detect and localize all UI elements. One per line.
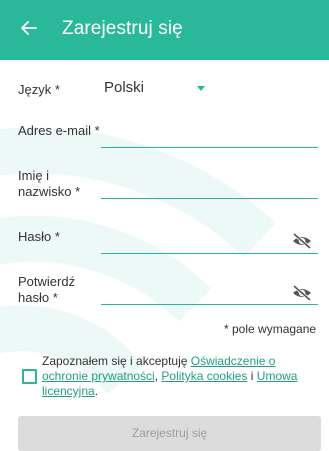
password-underline (101, 253, 318, 254)
password-field[interactable] (101, 230, 286, 252)
confirm-password-label-line2: hasło * (18, 290, 58, 305)
name-field[interactable] (101, 176, 318, 198)
consent-checkbox[interactable] (22, 369, 37, 384)
language-label: Język * (18, 82, 60, 97)
cookies-policy-link[interactable]: Polityka cookies (161, 369, 247, 383)
name-underline (101, 198, 318, 199)
password-label: Hasło * (18, 229, 60, 244)
email-field[interactable] (101, 124, 318, 146)
language-value: Polski (104, 79, 145, 96)
arrow-left-icon[interactable] (18, 17, 40, 39)
app-header: Zarejestruj się (0, 0, 329, 60)
confirm-password-underline (101, 304, 318, 305)
email-label: Adres e-mail * (18, 123, 100, 138)
consent-text-part: Zapoznałem się i akceptuję (42, 354, 191, 368)
email-underline (101, 147, 318, 148)
consent-and: i (247, 369, 257, 383)
name-label-line2: nazwisko * (18, 184, 81, 199)
eye-off-icon[interactable] (291, 232, 313, 250)
confirm-password-label-line1: Potwierdź (18, 274, 76, 289)
page-title: Zarejestruj się (62, 18, 183, 39)
name-label-line1: Imię i (18, 168, 50, 183)
caret-down-icon[interactable] (197, 86, 205, 91)
required-note: * pole wymagane (224, 322, 317, 336)
register-button[interactable]: Zarejestruj się (18, 416, 321, 451)
confirm-password-field[interactable] (101, 282, 286, 304)
consent-text: Zapoznałem się i akceptuję Oświadczenie … (42, 354, 314, 399)
eye-off-icon[interactable] (291, 284, 313, 302)
consent-end: . (94, 384, 99, 398)
